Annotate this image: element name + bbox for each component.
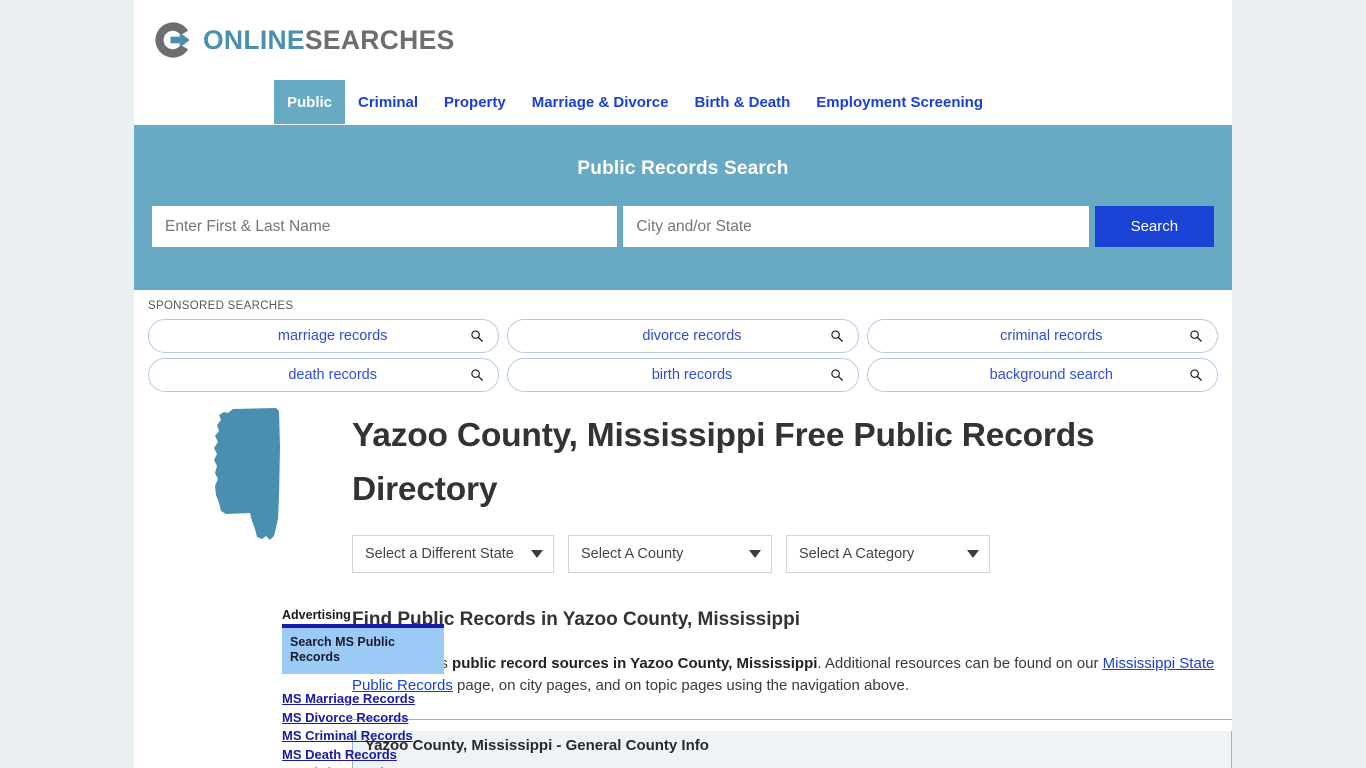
page-main-column: Yazoo County, Mississippi Free Public Re… [338,403,1232,768]
search-banner-title: Public Records Search [577,158,789,179]
intro-text-part3: page, on city pages, and on topic pages … [452,677,910,694]
sponsored-pill-marriage-records[interactable]: marriage records [148,319,500,353]
sponsored-searches-label: SPONSORED SEARCHES [148,300,294,312]
nav-item-marriage-divorce[interactable]: Marriage & Divorce [519,80,682,124]
nav-item-property[interactable]: Property [431,80,519,124]
sponsored-row-1: marriage records divorce records crimina… [148,319,1218,353]
search-icon [471,369,484,382]
advertising-label: Advertising [282,608,351,622]
city-state-search-input[interactable] [623,206,1089,247]
section-divider [352,719,1232,720]
site-logo[interactable]: ONLINESEARCHES [134,0,1232,80]
ad-unit[interactable]: Search MS Public Records [282,624,444,674]
primary-nav: Public Criminal Property Marriage & Divo… [134,80,1232,125]
select-state-label: Select a Different State [365,546,514,562]
sponsored-pill-label: birth records [651,367,733,383]
general-county-info-title: Yazoo County, Mississippi - General Coun… [365,737,709,754]
search-icon [1190,369,1203,382]
intro-text-part2: . Additional resources can be found on o… [817,655,1103,672]
select-county-label: Select A County [581,546,684,562]
select-county-dropdown[interactable]: Select A County [568,535,772,573]
sidebar-link-ms-birth-records[interactable]: MS Birth Records [282,764,444,768]
sidebar-link-ms-criminal-records[interactable]: MS Criminal Records [282,727,444,746]
logo-wordmark: ONLINESEARCHES [203,25,455,56]
search-icon [471,330,484,343]
sponsored-pill-label: marriage records [277,328,388,344]
sidebar-link-ms-marriage-records[interactable]: MS Marriage Records [282,690,444,709]
filter-selects: Select a Different State Select A County… [352,535,1232,573]
sidebar-link-ms-divorce-records[interactable]: MS Divorce Records [282,709,444,728]
sponsored-pill-criminal-records[interactable]: criminal records [866,319,1218,353]
sponsored-pill-label: background search [989,367,1113,383]
sidebar-links: MS Marriage Records MS Divorce Records M… [282,690,444,768]
search-form: Search [152,206,1214,247]
sponsored-pill-label: death records [288,367,377,383]
sponsored-pill-background-search[interactable]: background search [866,358,1218,392]
section-heading: Find Public Records in Yazoo County, Mis… [352,609,800,630]
chevron-down-icon [749,550,761,558]
select-state-dropdown[interactable]: Select a Different State [352,535,554,573]
general-county-info-panel: Yazoo County, Mississippi - General Coun… [352,731,1232,768]
intro-paragraph: This page lists public record sources in… [352,653,1232,697]
name-search-input[interactable] [152,206,618,247]
page-title: Yazoo County, Mississippi Free Public Re… [352,417,1095,508]
chevron-down-icon [967,550,979,558]
mississippi-state-map-icon [214,408,280,540]
select-category-label: Select A Category [799,546,915,562]
sponsored-pill-divorce-records[interactable]: divorce records [507,319,859,353]
search-icon [830,330,843,343]
search-icon [830,369,843,382]
search-icon [1190,330,1203,343]
nav-item-birth-death[interactable]: Birth & Death [681,80,803,124]
intro-bold-source: public record sources in Yazoo County, M… [452,655,818,672]
sponsored-pill-birth-records[interactable]: birth records [507,358,859,392]
chevron-down-icon [531,550,543,558]
ad-unit-text: Search MS Public Records [290,635,395,664]
sponsored-searches: SPONSORED SEARCHES marriage records divo… [134,290,1232,392]
page-root: ONLINESEARCHES Public Criminal Property … [0,0,1366,768]
sidebar-advertising: Advertising Search MS Public Records MS … [282,608,444,768]
page-container: ONLINESEARCHES Public Criminal Property … [134,0,1232,768]
logo-searches-text: SEARCHES [304,24,455,55]
sponsored-pill-label: divorce records [642,328,742,344]
nav-item-public[interactable]: Public [274,80,346,124]
sponsored-pill-label: criminal records [1000,328,1103,344]
circle-arrow-logo-icon [155,22,190,58]
nav-item-employment-screening[interactable]: Employment Screening [803,80,996,124]
sponsored-pill-death-records[interactable]: death records [148,358,500,392]
search-button[interactable]: Search [1094,206,1214,247]
nav-item-criminal[interactable]: Criminal [345,80,431,124]
sidebar-link-ms-death-records[interactable]: MS Death Records [282,746,444,765]
public-records-search-banner: Public Records Search Search [134,125,1232,290]
sponsored-row-2: death records birth records background s… [148,358,1218,392]
logo-online-text: ONLINE [203,24,305,55]
select-category-dropdown[interactable]: Select A Category [786,535,990,573]
